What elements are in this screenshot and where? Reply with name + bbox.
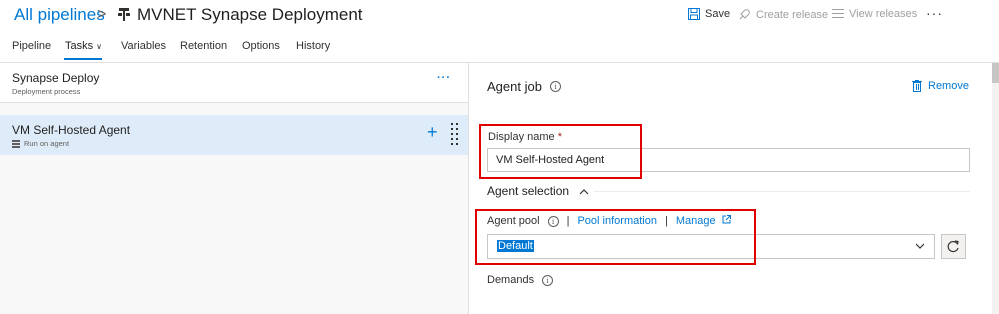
active-tab-indicator bbox=[64, 58, 102, 60]
job-subtitle: Run on agent bbox=[12, 139, 69, 148]
more-actions-button[interactable]: ··· bbox=[926, 5, 943, 21]
drag-handle-icon[interactable] bbox=[451, 123, 459, 145]
save-button[interactable]: Save bbox=[688, 8, 730, 20]
info-icon[interactable]: i bbox=[549, 81, 561, 92]
stage-subtitle: Deployment process bbox=[12, 87, 81, 96]
add-task-button[interactable]: + bbox=[427, 123, 438, 141]
create-release-label: Create release bbox=[756, 8, 829, 21]
tab-pipeline[interactable]: Pipeline bbox=[12, 40, 51, 52]
rocket-icon bbox=[739, 9, 750, 20]
stage-more-button[interactable]: ··· bbox=[437, 72, 451, 84]
remove-button[interactable]: Remove bbox=[912, 80, 969, 92]
tab-variables[interactable]: Variables bbox=[121, 40, 166, 52]
agent-job-row[interactable]: VM Self-Hosted Agent Run on agent + bbox=[0, 115, 468, 155]
save-label: Save bbox=[705, 8, 731, 20]
trash-icon bbox=[912, 80, 922, 92]
info-icon[interactable]: i bbox=[542, 274, 554, 286]
header-bar: All pipelines > MVNET Synapse Deployment… bbox=[0, 0, 999, 32]
scrollbar-thumb[interactable] bbox=[992, 63, 999, 83]
tab-options[interactable]: Options bbox=[242, 40, 280, 52]
refresh-button[interactable] bbox=[941, 234, 966, 259]
process-panel: Synapse Deploy Deployment process ··· VM… bbox=[0, 63, 468, 314]
refresh-icon bbox=[947, 240, 959, 253]
job-title: VM Self-Hosted Agent bbox=[12, 123, 131, 137]
job-subtitle-label: Run on agent bbox=[24, 139, 70, 148]
chevron-down-icon bbox=[915, 243, 925, 249]
agent-pool-highlight-box bbox=[475, 209, 756, 265]
breadcrumb-all-pipelines[interactable]: All pipelines bbox=[14, 5, 105, 25]
breadcrumb-separator: > bbox=[97, 6, 107, 23]
stage-title: Synapse Deploy bbox=[12, 71, 100, 85]
demands-row: Demands i bbox=[487, 274, 554, 286]
agent-job-details-panel: Agent job i Remove Display name * VM Sel… bbox=[469, 63, 999, 314]
create-release-button[interactable]: Create release bbox=[738, 8, 828, 21]
page-title: MVNET Synapse Deployment bbox=[137, 5, 363, 24]
tab-bar: Pipeline Tasks ∨ Variables Retention Opti… bbox=[0, 38, 999, 62]
agent-job-title: Agent job bbox=[487, 79, 542, 94]
view-releases-label: View releases bbox=[849, 8, 918, 20]
stage-card[interactable]: Synapse Deploy Deployment process ··· bbox=[0, 63, 468, 103]
tab-history[interactable]: History bbox=[296, 40, 330, 52]
list-icon bbox=[832, 9, 844, 18]
release-pipeline-icon bbox=[118, 8, 130, 21]
tab-retention[interactable]: Retention bbox=[180, 40, 227, 52]
display-name-highlight-box bbox=[479, 124, 642, 179]
chevron-down-icon: ∨ bbox=[96, 42, 102, 51]
remove-label: Remove bbox=[928, 80, 969, 92]
tab-tasks[interactable]: Tasks ∨ bbox=[65, 40, 102, 52]
section-divider bbox=[594, 191, 970, 192]
agent-job-heading: Agent job i bbox=[487, 79, 561, 94]
chevron-up-icon bbox=[579, 187, 590, 195]
save-icon bbox=[688, 8, 700, 20]
scrollbar-track[interactable] bbox=[992, 63, 999, 314]
server-icon bbox=[12, 139, 20, 148]
agent-selection-header[interactable]: Agent selection bbox=[487, 184, 590, 198]
tab-tasks-label: Tasks bbox=[65, 40, 94, 52]
demands-label: Demands bbox=[487, 274, 535, 286]
agent-selection-label: Agent selection bbox=[487, 184, 574, 198]
view-releases-button[interactable]: View releases bbox=[832, 8, 917, 20]
